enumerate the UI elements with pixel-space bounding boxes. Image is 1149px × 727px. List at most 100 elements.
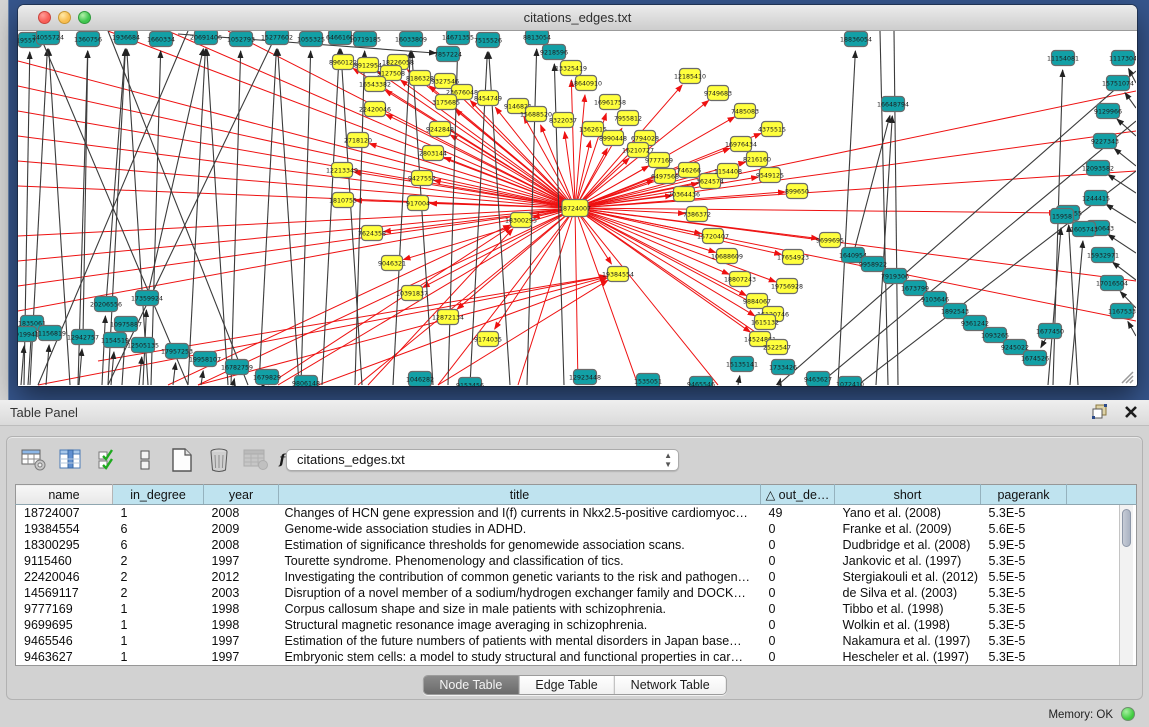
table-cell[interactable]: 2008 xyxy=(204,505,279,521)
table-cell[interactable]: 0 xyxy=(761,617,835,633)
table-cell[interactable]: 22420046 xyxy=(16,569,113,585)
citation-edge[interactable] xyxy=(1114,149,1136,166)
table-cell[interactable]: Jankovic et al. (1997) xyxy=(835,553,981,569)
table-cell[interactable]: 14569117 xyxy=(16,585,113,601)
citation-edge[interactable] xyxy=(1069,225,1078,385)
table-cell[interactable]: 49 xyxy=(761,505,835,521)
table-row[interactable]: 946554611997Estimation of the future num… xyxy=(16,633,1137,649)
tab-node-table[interactable]: Node Table xyxy=(423,676,519,694)
table-cell[interactable]: 0 xyxy=(761,601,835,617)
table-cell[interactable]: 1 xyxy=(113,505,204,521)
table-cell[interactable]: 6 xyxy=(113,537,204,553)
table-cell[interactable]: 9463627 xyxy=(16,649,113,665)
table-cell[interactable]: 5.9E-5 xyxy=(981,537,1067,553)
network-canvas[interactable]: 1872400789601228912954182260589127508165… xyxy=(18,31,1136,386)
table-cell[interactable]: 2003 xyxy=(204,585,279,601)
close-icon[interactable] xyxy=(1123,404,1139,420)
table-cell[interactable]: 5.3E-5 xyxy=(981,585,1067,601)
resize-grip[interactable] xyxy=(1118,368,1134,384)
table-cell[interactable]: 1997 xyxy=(204,553,279,569)
citation-edge[interactable] xyxy=(1048,228,1061,385)
citation-edge[interactable] xyxy=(738,376,740,385)
table-cell[interactable]: 0 xyxy=(761,649,835,665)
table-cell[interactable]: 9115460 xyxy=(16,553,113,569)
table-cell[interactable]: 0 xyxy=(761,633,835,649)
table-cell[interactable]: 1 xyxy=(113,649,204,665)
table-cell[interactable]: Structural magnetic resonance image aver… xyxy=(279,617,761,633)
citation-edge[interactable] xyxy=(341,49,362,385)
column-header-△ out_de…[interactable]: △ out_de… xyxy=(761,485,835,505)
citation-edge[interactable] xyxy=(102,316,105,385)
table-cell[interactable]: 0 xyxy=(761,585,835,601)
table-cell[interactable]: 0 xyxy=(761,569,835,585)
column-header-year[interactable]: year xyxy=(204,485,279,505)
column-header-in_degree[interactable]: in_degree xyxy=(113,485,204,505)
table-cell[interactable]: Stergiakouli et al. (2012) xyxy=(835,569,981,585)
column-header-short[interactable]: short xyxy=(835,485,981,505)
table-cell[interactable]: 1997 xyxy=(204,633,279,649)
table-cell[interactable]: Genome-wide association studies in ADHD. xyxy=(279,521,761,537)
table-cell[interactable]: 2012 xyxy=(204,569,279,585)
citation-edge[interactable] xyxy=(1125,93,1136,108)
table-scrollbar-thumb[interactable] xyxy=(1122,509,1131,547)
citation-edge[interactable] xyxy=(207,49,228,385)
delete-column-icon[interactable] xyxy=(206,448,232,472)
table-cell[interactable]: Disruption of a novel member of a sodium… xyxy=(279,585,761,601)
citation-edge[interactable] xyxy=(438,208,575,385)
table-cell[interactable]: 2 xyxy=(113,585,204,601)
column-header-pagerank[interactable]: pagerank xyxy=(981,485,1067,505)
table-cell[interactable]: Changes of HCN gene expression and I(f) … xyxy=(279,505,761,521)
citation-edge[interactable] xyxy=(1128,321,1136,336)
table-row[interactable]: 1872400712008Changes of HCN gene express… xyxy=(16,505,1137,521)
table-cell[interactable]: Nakamura et al. (1997) xyxy=(835,633,981,649)
table-cell[interactable]: 0 xyxy=(761,521,835,537)
table-mode-icon[interactable] xyxy=(21,448,47,472)
citation-edge[interactable] xyxy=(79,349,82,385)
table-cell[interactable]: Tourette syndrome. Phenomenology and cla… xyxy=(279,553,761,569)
citation-edge[interactable] xyxy=(876,116,892,385)
table-selector-dropdown[interactable]: citations_edges.txt ▲▼ xyxy=(286,449,679,471)
table-row[interactable]: 911546021997Tourette syndrome. Phenomeno… xyxy=(16,553,1137,569)
table-cell[interactable]: 2 xyxy=(113,569,204,585)
tab-edge-table[interactable]: Edge Table xyxy=(519,676,614,694)
node-table[interactable]: namein_degreeyeartitle△ out_de…shortpage… xyxy=(15,484,1137,666)
table-cell[interactable]: Yano et al. (2008) xyxy=(835,505,981,521)
table-cell[interactable]: 2009 xyxy=(204,521,279,537)
table-cell[interactable]: de Silva et al. (2003) xyxy=(835,585,981,601)
table-cell[interactable]: Wolkin et al. (1998) xyxy=(835,617,981,633)
table-row[interactable]: 946362711997Embryonic stem cells: a mode… xyxy=(16,649,1137,665)
table-cell[interactable]: 0 xyxy=(761,553,835,569)
table-cell[interactable]: 9699695 xyxy=(16,617,113,633)
table-cell[interactable]: 2008 xyxy=(204,537,279,553)
tab-network-table[interactable]: Network Table xyxy=(615,676,726,694)
table-cell[interactable]: Dudbridge et al. (2008) xyxy=(835,537,981,553)
table-cell[interactable]: Estimation of the future numbers of pati… xyxy=(279,633,761,649)
column-visibility-icon[interactable] xyxy=(58,448,84,472)
float-window-icon[interactable] xyxy=(1091,403,1109,421)
table-cell[interactable]: 5.3E-5 xyxy=(981,505,1067,521)
table-cell[interactable]: Investigating the contribution of common… xyxy=(279,569,761,585)
table-cell[interactable]: 5.3E-5 xyxy=(981,633,1067,649)
table-cell[interactable]: Corpus callosum shape and size in male p… xyxy=(279,601,761,617)
citation-edge[interactable] xyxy=(355,51,365,385)
table-cell[interactable]: 1 xyxy=(113,633,204,649)
table-cell[interactable]: Tibbo et al. (1998) xyxy=(835,601,981,617)
citation-edge[interactable] xyxy=(368,229,513,385)
column-header-title[interactable]: title xyxy=(279,485,761,505)
citation-edge[interactable] xyxy=(259,49,276,385)
table-cell[interactable]: Hescheler et al. (1997) xyxy=(835,649,981,665)
table-cell[interactable]: 9777169 xyxy=(16,601,113,617)
citation-edge[interactable] xyxy=(18,208,575,236)
citation-edge[interactable] xyxy=(1108,175,1136,193)
table-scrollbar[interactable] xyxy=(1119,505,1133,665)
table-cell[interactable]: 1998 xyxy=(204,617,279,633)
table-cell[interactable]: 5.5E-5 xyxy=(981,569,1067,585)
table-row[interactable]: 2242004622012Investigating the contribut… xyxy=(16,569,1137,585)
table-cell[interactable]: Estimation of significance thresholds fo… xyxy=(279,537,761,553)
table-row[interactable]: 1830029562008Estimation of significance … xyxy=(16,537,1137,553)
new-column-icon[interactable] xyxy=(169,448,195,472)
table-row[interactable]: 969969511998Structural magnetic resonanc… xyxy=(16,617,1137,633)
citation-edge[interactable] xyxy=(575,208,1136,321)
citation-edge[interactable] xyxy=(188,49,205,385)
citation-edge[interactable] xyxy=(111,352,114,385)
